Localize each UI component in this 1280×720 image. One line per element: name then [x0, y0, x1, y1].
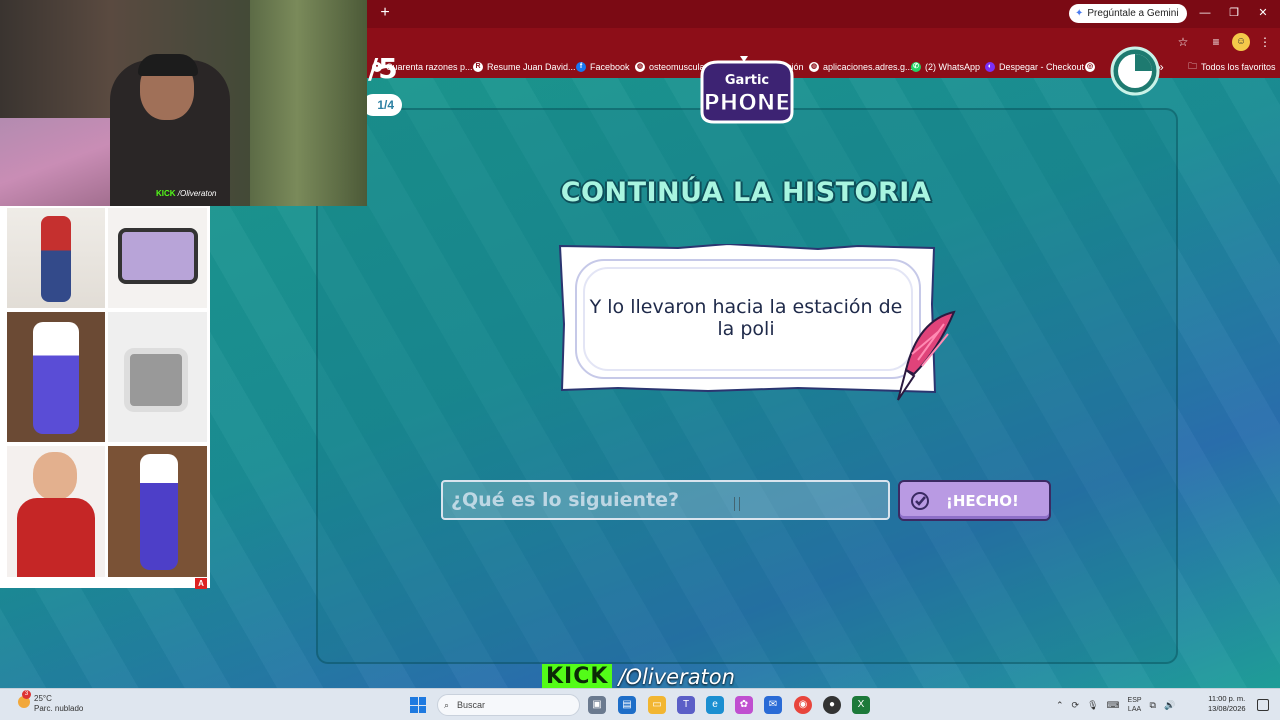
globe-icon: ◍ — [635, 62, 645, 72]
bookmark-facebook[interactable]: f Facebook — [576, 59, 630, 75]
kick-overlay: KICK /Oliveraton — [542, 664, 735, 690]
restore-button[interactable]: ❐ — [1223, 4, 1245, 22]
obs-icon[interactable]: ● — [823, 696, 841, 714]
language-code: ESP — [1127, 697, 1142, 704]
windows-taskbar: 3 25°C Parc. nublado ⌕ Buscar ▣ ▤ ▭ T e … — [0, 688, 1280, 720]
image-badge: A — [195, 578, 207, 589]
system-tray: ⌃ ⟳ 🎙 ⌨ ESP LAA ⧉ 🔊 — [1056, 695, 1175, 715]
sync-icon[interactable]: ⟳ — [1072, 700, 1080, 711]
chevron-up-icon[interactable]: ⌃ — [1056, 700, 1064, 711]
whatsapp-icon: ✆ — [911, 62, 921, 72]
close-window-button[interactable]: ✕ — [1252, 4, 1274, 22]
product-image — [108, 208, 207, 308]
story-input[interactable] — [441, 480, 890, 520]
clock[interactable]: 11:00 p. m. 13/08/2026 — [1208, 694, 1246, 714]
done-button[interactable]: ¡HECHO! — [898, 480, 1051, 521]
bookmark-resume[interactable]: R Resume Juan David... — [473, 59, 576, 75]
teams-icon[interactable]: T — [677, 696, 695, 714]
story-text: Y lo llevaron hacia la estación de la po… — [589, 296, 903, 340]
bookmark-whatsapp[interactable]: ✆ (2) WhatsApp — [911, 59, 980, 75]
task-view-icon[interactable]: ▣ — [588, 696, 606, 714]
copilot-icon[interactable]: ✿ — [735, 696, 753, 714]
quill-icon — [897, 310, 956, 401]
time: 11:00 p. m. — [1208, 694, 1246, 703]
keyboard-layout: LAA — [1127, 706, 1142, 713]
timer-icon — [1110, 46, 1160, 96]
new-tab-button[interactable]: + — [376, 4, 394, 22]
date: 13/08/2026 — [1208, 704, 1246, 713]
kick-logo: KICK — [542, 664, 613, 690]
outlook-icon[interactable]: ✉ — [764, 696, 782, 714]
temperature: 25°C — [34, 694, 52, 703]
bookmark-adres[interactable]: ◍ aplicaciones.adres.g... — [809, 59, 913, 75]
weather-description: Parc. nublado — [34, 704, 84, 713]
logo-top-text: Gartic — [725, 73, 769, 88]
webcam-channel-name: /Oliveraton — [177, 189, 217, 198]
product-image — [7, 446, 105, 577]
check-icon — [911, 491, 929, 510]
facebook-icon: f — [576, 62, 586, 72]
image-grid — [0, 206, 210, 588]
star-icon[interactable]: ☆ — [1174, 33, 1192, 51]
all-bookmarks-button[interactable]: 🗀 Todos los favoritos — [1188, 59, 1276, 75]
resume-icon: R — [473, 62, 483, 72]
product-image — [108, 446, 207, 577]
gemini-icon: ✦ — [1075, 8, 1084, 19]
notification-icon[interactable] — [1257, 699, 1269, 711]
folder-icon: 🗀 — [1188, 61, 1198, 71]
media-icon[interactable]: ≡ — [1207, 33, 1225, 51]
taskbar-search[interactable]: ⌕ Buscar — [437, 694, 580, 716]
gartic-phone-logo: Gartic PHONE — [700, 56, 794, 124]
bookmark-extra[interactable]: ◎ — [1085, 59, 1095, 75]
despegar-icon: ◐ — [985, 62, 995, 72]
store-icon[interactable]: ▤ — [618, 696, 636, 714]
all-bookmarks-label: Todos los favoritos — [1201, 62, 1276, 72]
profile-icon[interactable]: ☺ — [1232, 33, 1250, 51]
volume-icon[interactable]: 🔊 — [1164, 700, 1175, 711]
bookmark-label: aplicaciones.adres.g... — [823, 62, 913, 72]
network-icon[interactable]: ⧉ — [1150, 700, 1156, 711]
done-label: ¡HECHO! — [946, 491, 1019, 510]
search-icon: ⌕ — [444, 699, 450, 710]
weather-badge: 3 — [22, 690, 31, 699]
kick-channel-name: /Oliveraton — [618, 665, 735, 689]
keyboard-icon[interactable]: ⌨ — [1107, 700, 1120, 711]
turn-counter: 1/4 — [362, 94, 402, 116]
product-image — [7, 312, 105, 442]
microphone-icon[interactable]: 🎙 — [1087, 700, 1098, 711]
webcam-feed: KICK /Oliveraton — [0, 0, 367, 206]
text-cursor-icon — [734, 497, 740, 511]
excel-icon[interactable]: X — [852, 696, 870, 714]
ask-gemini-label: Pregúntale a Gemini — [1087, 8, 1179, 19]
logo-bottom-text: PHONE — [704, 91, 791, 116]
round-counter: /5 — [368, 52, 398, 85]
bookmark-label: Despegar - Checkout — [999, 62, 1085, 72]
bookmark-despegar[interactable]: ◐ Despegar - Checkout — [985, 59, 1084, 75]
weather-widget[interactable]: 3 25°C Parc. nublado — [18, 690, 84, 714]
chrome-icon[interactable]: ◉ — [794, 696, 812, 714]
bookmark-label: Resume Juan David... — [487, 62, 576, 72]
webcam-kick-logo: KICK — [156, 189, 176, 198]
extension-icon: ◎ — [1085, 62, 1095, 72]
start-button[interactable] — [410, 697, 426, 713]
bookmark-label: (2) WhatsApp — [925, 62, 981, 72]
webcam-kick-tag: KICK /Oliveraton — [156, 189, 216, 198]
bookmark-label: Cuarenta razones p... — [386, 62, 473, 72]
minimize-button[interactable]: — — [1194, 4, 1216, 22]
product-image — [108, 312, 207, 442]
language-indicator[interactable]: ESP LAA — [1128, 696, 1142, 714]
file-explorer-icon[interactable]: ▭ — [648, 696, 666, 714]
search-label: Buscar — [457, 700, 486, 710]
globe-icon: ◍ — [809, 62, 819, 72]
bookmark-label: Facebook — [590, 62, 630, 72]
edge-icon[interactable]: e — [706, 696, 724, 714]
menu-icon[interactable]: ⋮ — [1256, 33, 1274, 51]
product-image — [7, 208, 105, 308]
instruction-heading: CONTINÚA LA HISTORIA — [560, 177, 932, 208]
ask-gemini-button[interactable]: ✦ Pregúntale a Gemini — [1069, 4, 1187, 23]
